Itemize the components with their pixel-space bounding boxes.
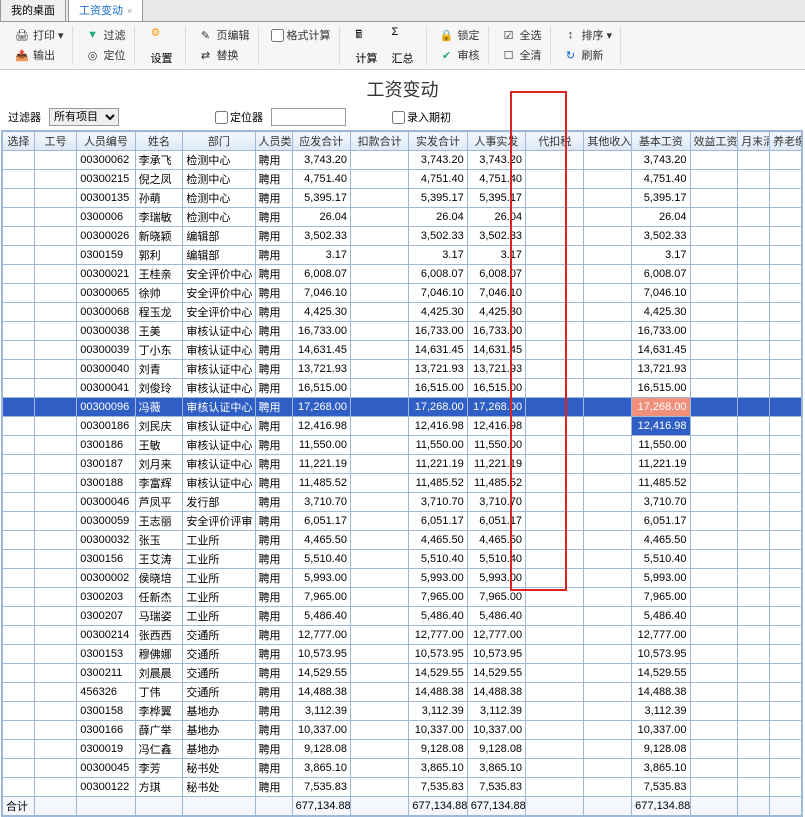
table-row[interactable]: 00300122方琪秘书处聘用7,535.837,535.837,535.837… [3, 778, 802, 797]
table-row[interactable]: 00300065徐帅安全评价中心聘用7,046.107,046.107,046.… [3, 284, 802, 303]
table-row[interactable]: 0300211刘晨晨交通所聘用14,529.5514,529.5514,529.… [3, 664, 802, 683]
table-row[interactable]: 00300038王美审核认证中心聘用16,733.0016,733.0016,7… [3, 322, 802, 341]
tab-desktop[interactable]: 我的桌面 [0, 0, 66, 21]
table-row[interactable]: 0300207马瑞姿工业所聘用5,486.405,486.405,486.405… [3, 607, 802, 626]
table-row[interactable]: 456326丁伟交通所聘用14,488.3814,488.3814,488.38… [3, 683, 802, 702]
table-row[interactable]: 0300156王艾涛工业所聘用5,510.405,510.405,510.405… [3, 550, 802, 569]
table-row[interactable]: 00300041刘俊玲审核认证中心聘用16,515.0016,515.0016,… [3, 379, 802, 398]
col-base[interactable]: 基本工资 [632, 132, 690, 151]
col-hr-net[interactable]: 人事实发 [467, 132, 525, 151]
table-row[interactable]: 0300006李瑞敏检测中心聘用26.0426.0426.0426.04 [3, 208, 802, 227]
swap-icon: ⇄ [198, 47, 214, 63]
locator-checkbox[interactable] [215, 111, 228, 124]
col-emp-no[interactable]: 人员编号 [77, 132, 135, 151]
col-other[interactable]: 其他收入 [584, 132, 632, 151]
selectall-icon: ☑ [501, 27, 517, 43]
gear-icon: ⚙ [151, 26, 173, 48]
sort-icon: ↕ [563, 27, 579, 43]
tab-bar: 我的桌面 工资变动× [0, 0, 805, 22]
target-icon: ◎ [85, 47, 101, 63]
output-button[interactable]: 📤输出 [12, 46, 66, 64]
locator-toggle[interactable]: 定位器 [215, 109, 263, 125]
table-row[interactable]: 00300040刘青审核认证中心聘用13,721.9313,721.9313,7… [3, 360, 802, 379]
import-period-checkbox[interactable] [392, 111, 405, 124]
filter-select[interactable]: 所有项目 [49, 108, 119, 126]
table-row[interactable]: 00300046芦凤平发行部聘用3,710.703,710.703,710.70… [3, 493, 802, 512]
table-row[interactable]: 00300045李芳秘书处聘用3,865.103,865.103,865.103… [3, 759, 802, 778]
settings-button[interactable]: ⚙设置 [145, 24, 179, 68]
export-icon: 📤 [14, 47, 30, 63]
table-row[interactable]: 0300186王敏审核认证中心聘用11,550.0011,550.0011,55… [3, 436, 802, 455]
table-row[interactable]: 0300158李桦翼基地办聘用3,112.393,112.393,112.393… [3, 702, 802, 721]
clear-icon: ☐ [501, 47, 517, 63]
table-row[interactable]: 0300159郭利编辑部聘用3.173.173.173.17 [3, 246, 802, 265]
col-gross[interactable]: 应发合计 [292, 132, 350, 151]
col-tax[interactable]: 代扣税 [526, 132, 584, 151]
col-benefit[interactable]: 效益工资 [690, 132, 738, 151]
table-row[interactable]: 00300026新晓颖编辑部聘用3,502.333,502.333,502.33… [3, 227, 802, 246]
locate-button[interactable]: ◎定位 [83, 46, 128, 64]
check-icon: ✔ [439, 47, 455, 63]
col-deduct[interactable]: 扣款合计 [350, 132, 408, 151]
import-period-toggle[interactable]: 录入期初 [392, 109, 451, 125]
calculator-icon: 🖩 [356, 26, 378, 48]
tab-payroll[interactable]: 工资变动× [68, 0, 143, 21]
lock-button[interactable]: 🔒锁定 [437, 26, 482, 44]
table-row[interactable]: 0300187刘月来审核认证中心聘用11,221.1911,221.1911,2… [3, 455, 802, 474]
table-row[interactable]: 00300021王桂亲安全评价中心聘用6,008.076,008.076,008… [3, 265, 802, 284]
select-all-button[interactable]: ☑全选 [499, 26, 544, 44]
sort-button[interactable]: ↕排序▾ [561, 26, 615, 44]
col-type[interactable]: 人员类别 [255, 132, 292, 151]
toolbar: 🖨打印▾ 📤输出 ▼过滤 ◎定位 ⚙设置 ✎页编辑 ⇄替换 格式计算 🖩计算 Σ… [0, 22, 805, 70]
sigma-icon: Σ [392, 26, 414, 48]
format-calc-toggle[interactable]: 格式计算 [269, 26, 333, 44]
table-row[interactable]: 0300166薛广举基地办聘用10,337.0010,337.0010,337.… [3, 721, 802, 740]
table-row[interactable]: 00300135孙萌检测中心聘用5,395.175,395.175,395.17… [3, 189, 802, 208]
table-row[interactable]: 0300203任新杰工业所聘用7,965.007,965.007,965.007… [3, 588, 802, 607]
table-row[interactable]: 0300019冯仁鑫基地办聘用9,128.089,128.089,128.089… [3, 740, 802, 759]
table-row[interactable]: 00300214张西西交通所聘用12,777.0012,777.0012,777… [3, 626, 802, 645]
table-row[interactable]: 00300068程玉龙安全评价中心聘用4,425.304,425.304,425… [3, 303, 802, 322]
funnel-icon: ▼ [85, 27, 101, 43]
summary-button[interactable]: Σ汇总 [386, 24, 420, 68]
page-title: 工资变动 [0, 70, 805, 106]
format-calc-checkbox[interactable] [271, 29, 284, 42]
table-row[interactable]: 00300039丁小东审核认证中心聘用14,631.4514,631.4514,… [3, 341, 802, 360]
locator-input[interactable] [271, 108, 346, 126]
close-icon[interactable]: × [127, 6, 132, 16]
table-row[interactable]: 00300059王志丽安全评价评审聘用6,051.176,051.176,051… [3, 512, 802, 531]
table-row[interactable]: 00300002侯晓培工业所聘用5,993.005,993.005,993.00… [3, 569, 802, 588]
data-grid[interactable]: 选择 工号 人员编号 姓名 部门 人员类别 应发合计 扣款合计 实发合计 人事实… [1, 130, 803, 817]
header-row: 选择 工号 人员编号 姓名 部门 人员类别 应发合计 扣款合计 实发合计 人事实… [3, 132, 802, 151]
table-row[interactable]: 00300096冯薇审核认证中心聘用17,268.0017,268.0017,2… [3, 398, 802, 417]
calc-button[interactable]: 🖩计算 [350, 24, 384, 68]
replace-button[interactable]: ⇄替换 [196, 46, 252, 64]
total-row: 合计 677,134.88 677,134.88677,134.88 677,1… [3, 797, 802, 816]
table-row[interactable]: 00300215倪之凤检测中心聘用4,751.404,751.404,751.4… [3, 170, 802, 189]
pencil-icon: ✎ [198, 27, 214, 43]
print-button[interactable]: 🖨打印▾ [12, 26, 66, 44]
col-pension[interactable]: 养老缴 [770, 132, 802, 151]
refresh-button[interactable]: ↻刷新 [561, 46, 615, 64]
col-select[interactable]: 选择 [3, 132, 35, 151]
table-row[interactable]: 00300062李承飞检测中心聘用3,743.203,743.203,743.2… [3, 151, 802, 170]
printer-icon: 🖨 [14, 27, 30, 43]
col-work-no[interactable]: 工号 [34, 132, 76, 151]
col-month-adj[interactable]: 月末清欠 [738, 132, 770, 151]
audit-button[interactable]: ✔审核 [437, 46, 482, 64]
table-row[interactable]: 0300188李富辉审核认证中心聘用11,485.5211,485.5211,4… [3, 474, 802, 493]
col-net[interactable]: 实发合计 [409, 132, 467, 151]
filter-bar: 过滤器 所有项目 定位器 录入期初 [0, 106, 805, 130]
page-edit-button[interactable]: ✎页编辑 [196, 26, 252, 44]
refresh-icon: ↻ [563, 47, 579, 63]
clear-all-button[interactable]: ☐全清 [499, 46, 544, 64]
lock-icon: 🔒 [439, 27, 455, 43]
filter-button[interactable]: ▼过滤 [83, 26, 128, 44]
col-dept[interactable]: 部门 [183, 132, 255, 151]
table-row[interactable]: 0300153穆佛娜交通所聘用10,573.9510,573.9510,573.… [3, 645, 802, 664]
filter-label: 过滤器 [8, 109, 41, 125]
col-name[interactable]: 姓名 [135, 132, 183, 151]
table-row[interactable]: 00300032张玉工业所聘用4,465.504,465.504,465.504… [3, 531, 802, 550]
table-row[interactable]: 00300186刘民庆审核认证中心聘用12,416.9812,416.9812,… [3, 417, 802, 436]
